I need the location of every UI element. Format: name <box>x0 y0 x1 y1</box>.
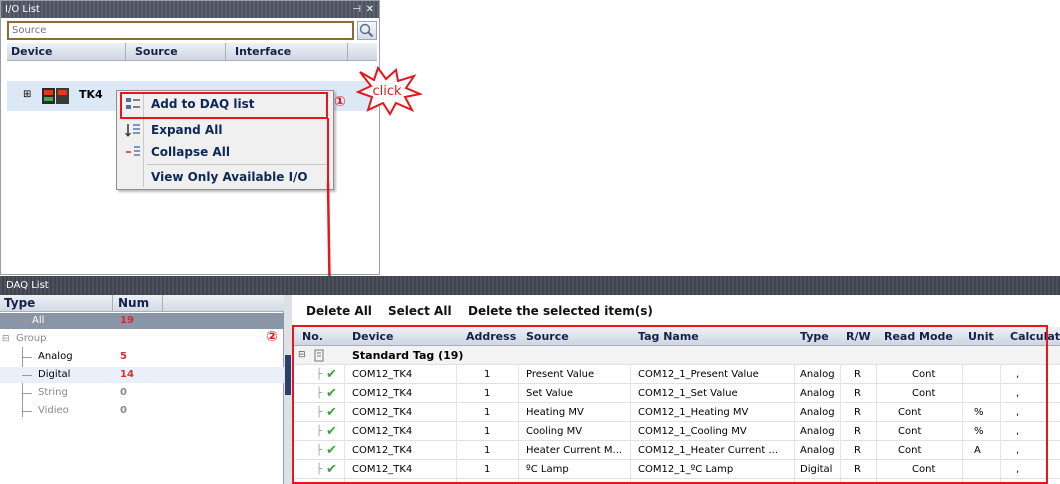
type-row-all[interactable]: All 19 <box>0 313 284 329</box>
highlight-box-daq-grid <box>292 325 1048 484</box>
splitter-grip[interactable] <box>285 355 291 395</box>
column-num[interactable]: Num <box>118 295 149 311</box>
type-panel: Type Num All 19 ⊟ Group Analog 5 Digital… <box>0 295 284 484</box>
io-list-header: Device Source Interface <box>7 43 377 61</box>
io-list-titlebar: I/O List ⊣ ✕ <box>1 1 379 18</box>
pin-icon[interactable]: ⊣ <box>352 1 361 18</box>
panel-splitter[interactable] <box>284 295 292 484</box>
search-input[interactable] <box>7 21 354 40</box>
type-row-group[interactable]: ⊟ Group <box>0 331 284 347</box>
device-name: TK4 <box>79 88 103 101</box>
daq-list-titlebar: DAQ List <box>0 276 1060 295</box>
type-row-string[interactable]: String 0 <box>0 385 284 401</box>
collapse-toggle[interactable]: ⊟ <box>2 331 10 347</box>
type-row-analog[interactable]: Analog 5 <box>0 349 284 365</box>
menu-label: Collapse All <box>151 145 230 159</box>
column-source[interactable]: Source <box>135 43 178 60</box>
highlight-box-add-to-daq <box>120 92 328 119</box>
daq-toolbar: Delete All Select All Delete the selecte… <box>292 295 1060 323</box>
search-button[interactable] <box>357 21 377 40</box>
step-1-marker: ① <box>334 94 346 110</box>
type-header: Type Num <box>0 295 284 312</box>
menu-label: Expand All <box>151 123 223 137</box>
menu-label: View Only Available I/O <box>151 170 308 184</box>
search-icon <box>359 23 374 38</box>
step-2-marker: ② <box>266 329 278 345</box>
expand-toggle[interactable]: ⊞ <box>23 89 31 100</box>
expand-icon <box>125 124 140 137</box>
delete-selected-button[interactable]: Delete the selected item(s) <box>468 304 653 318</box>
click-label: click <box>372 84 402 99</box>
menu-item-view-only-available-io[interactable]: View Only Available I/O <box>119 166 331 188</box>
select-all-button[interactable]: Select All <box>388 304 452 318</box>
search-bar <box>7 21 379 41</box>
column-type[interactable]: Type <box>4 295 35 311</box>
column-interface[interactable]: Interface <box>235 43 291 60</box>
type-row-vidieo[interactable]: Vidieo 0 <box>0 403 284 419</box>
column-device[interactable]: Device <box>11 43 53 60</box>
close-icon[interactable]: ✕ <box>366 1 374 18</box>
delete-all-button[interactable]: Delete All <box>306 304 372 318</box>
menu-item-expand-all[interactable]: Expand All <box>119 119 331 141</box>
io-list-title: I/O List <box>5 4 40 15</box>
type-row-digital[interactable]: Digital 14 <box>0 367 284 383</box>
click-burst-icon: click <box>356 66 422 116</box>
collapse-icon <box>126 146 140 156</box>
menu-item-collapse-all[interactable]: Collapse All <box>119 141 331 163</box>
device-icon <box>42 88 69 104</box>
daq-list-title: DAQ List <box>6 280 49 291</box>
